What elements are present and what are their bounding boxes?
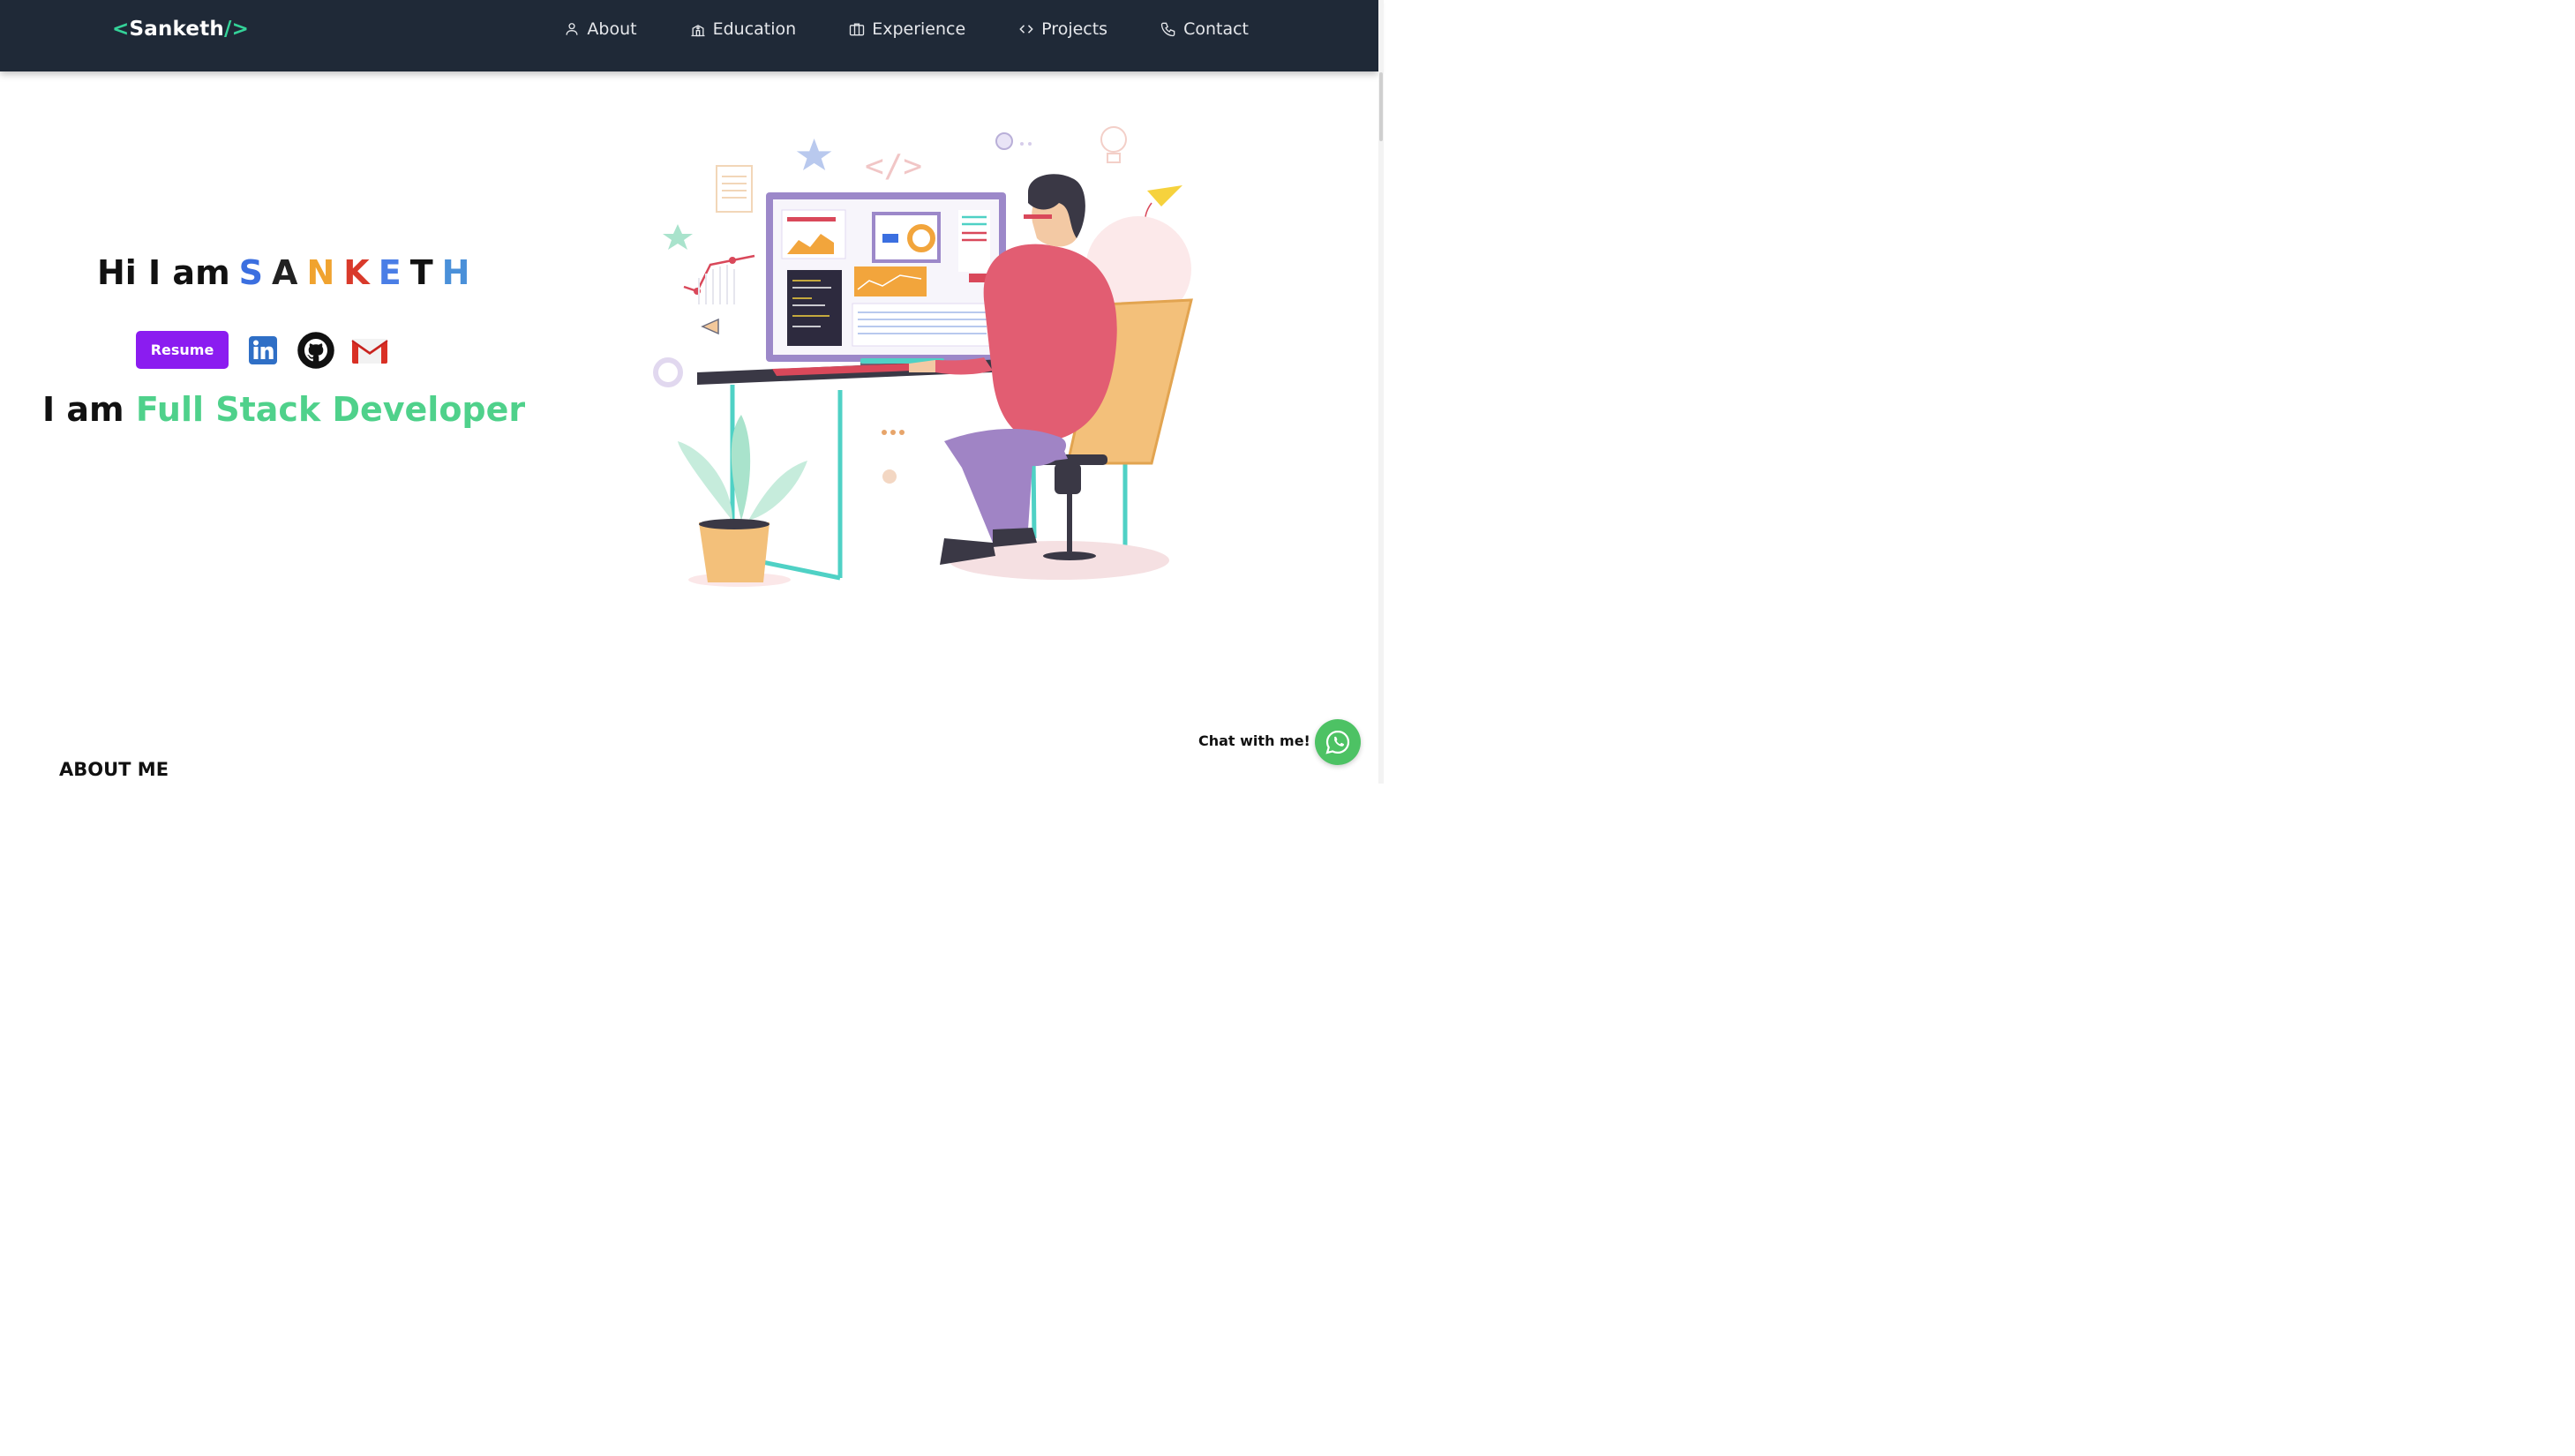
nav-item-experience[interactable]: Experience [848,19,965,39]
developer-illustration: </> [653,126,1193,587]
name-letter: T [409,253,433,292]
github-icon [297,331,334,369]
chat-label: Chat with me! [1198,732,1310,749]
greeting-text: Hi I am [97,253,230,292]
name-letters: SANKETH [239,253,479,292]
nav-label-projects: Projects [1041,19,1108,39]
name-letter: N [306,253,335,292]
github-link[interactable] [297,331,334,369]
phone-icon [1160,22,1175,37]
nav-label-education: Education [712,19,797,39]
hero-title: Hi I am SANKETH [97,253,478,292]
scrollbar-thumb[interactable] [1379,72,1383,141]
gmail-icon [351,338,388,364]
role-line: I am Full Stack Developer [42,390,525,429]
logo-open-bracket: < [112,18,130,41]
logo[interactable]: < Sanketh /> [112,18,249,41]
name-letter: E [378,253,402,292]
logo-text: Sanketh [129,18,224,41]
role-title: Full Stack Developer [135,390,526,429]
code-icon [1019,25,1033,34]
nav-item-contact[interactable]: Contact [1160,19,1249,39]
user-icon [566,23,578,35]
logo-close-bracket: /> [224,18,250,41]
gmail-link[interactable] [350,335,389,365]
name-letter: S [238,253,264,292]
linkedin-link[interactable] [248,335,278,365]
briefcase-icon [850,23,865,36]
name-letter: H [441,253,470,292]
navbar: < Sanketh /> About Education Experience … [0,0,1378,71]
school-icon [691,25,705,37]
nav-item-about[interactable]: About [563,19,637,39]
hero-actions: Resume [136,331,389,369]
nav-item-education[interactable]: Education [689,19,797,39]
nav-menu: About Education Experience Projects Cont… [511,19,1249,39]
whatsapp-chat-button[interactable] [1315,719,1361,765]
resume-button[interactable]: Resume [136,331,229,369]
nav-label-contact: Contact [1183,19,1249,39]
nav-label-about: About [587,19,637,39]
whatsapp-icon [1325,730,1350,754]
svg-text:</>: </> [865,148,922,184]
name-letter: A [272,253,298,292]
name-letter: K [343,253,370,292]
about-heading: ABOUT ME [59,759,169,780]
nav-item-projects[interactable]: Projects [1017,19,1107,39]
nav-label-experience: Experience [872,19,966,39]
role-prefix: I am [42,390,124,429]
linkedin-icon [249,335,277,364]
